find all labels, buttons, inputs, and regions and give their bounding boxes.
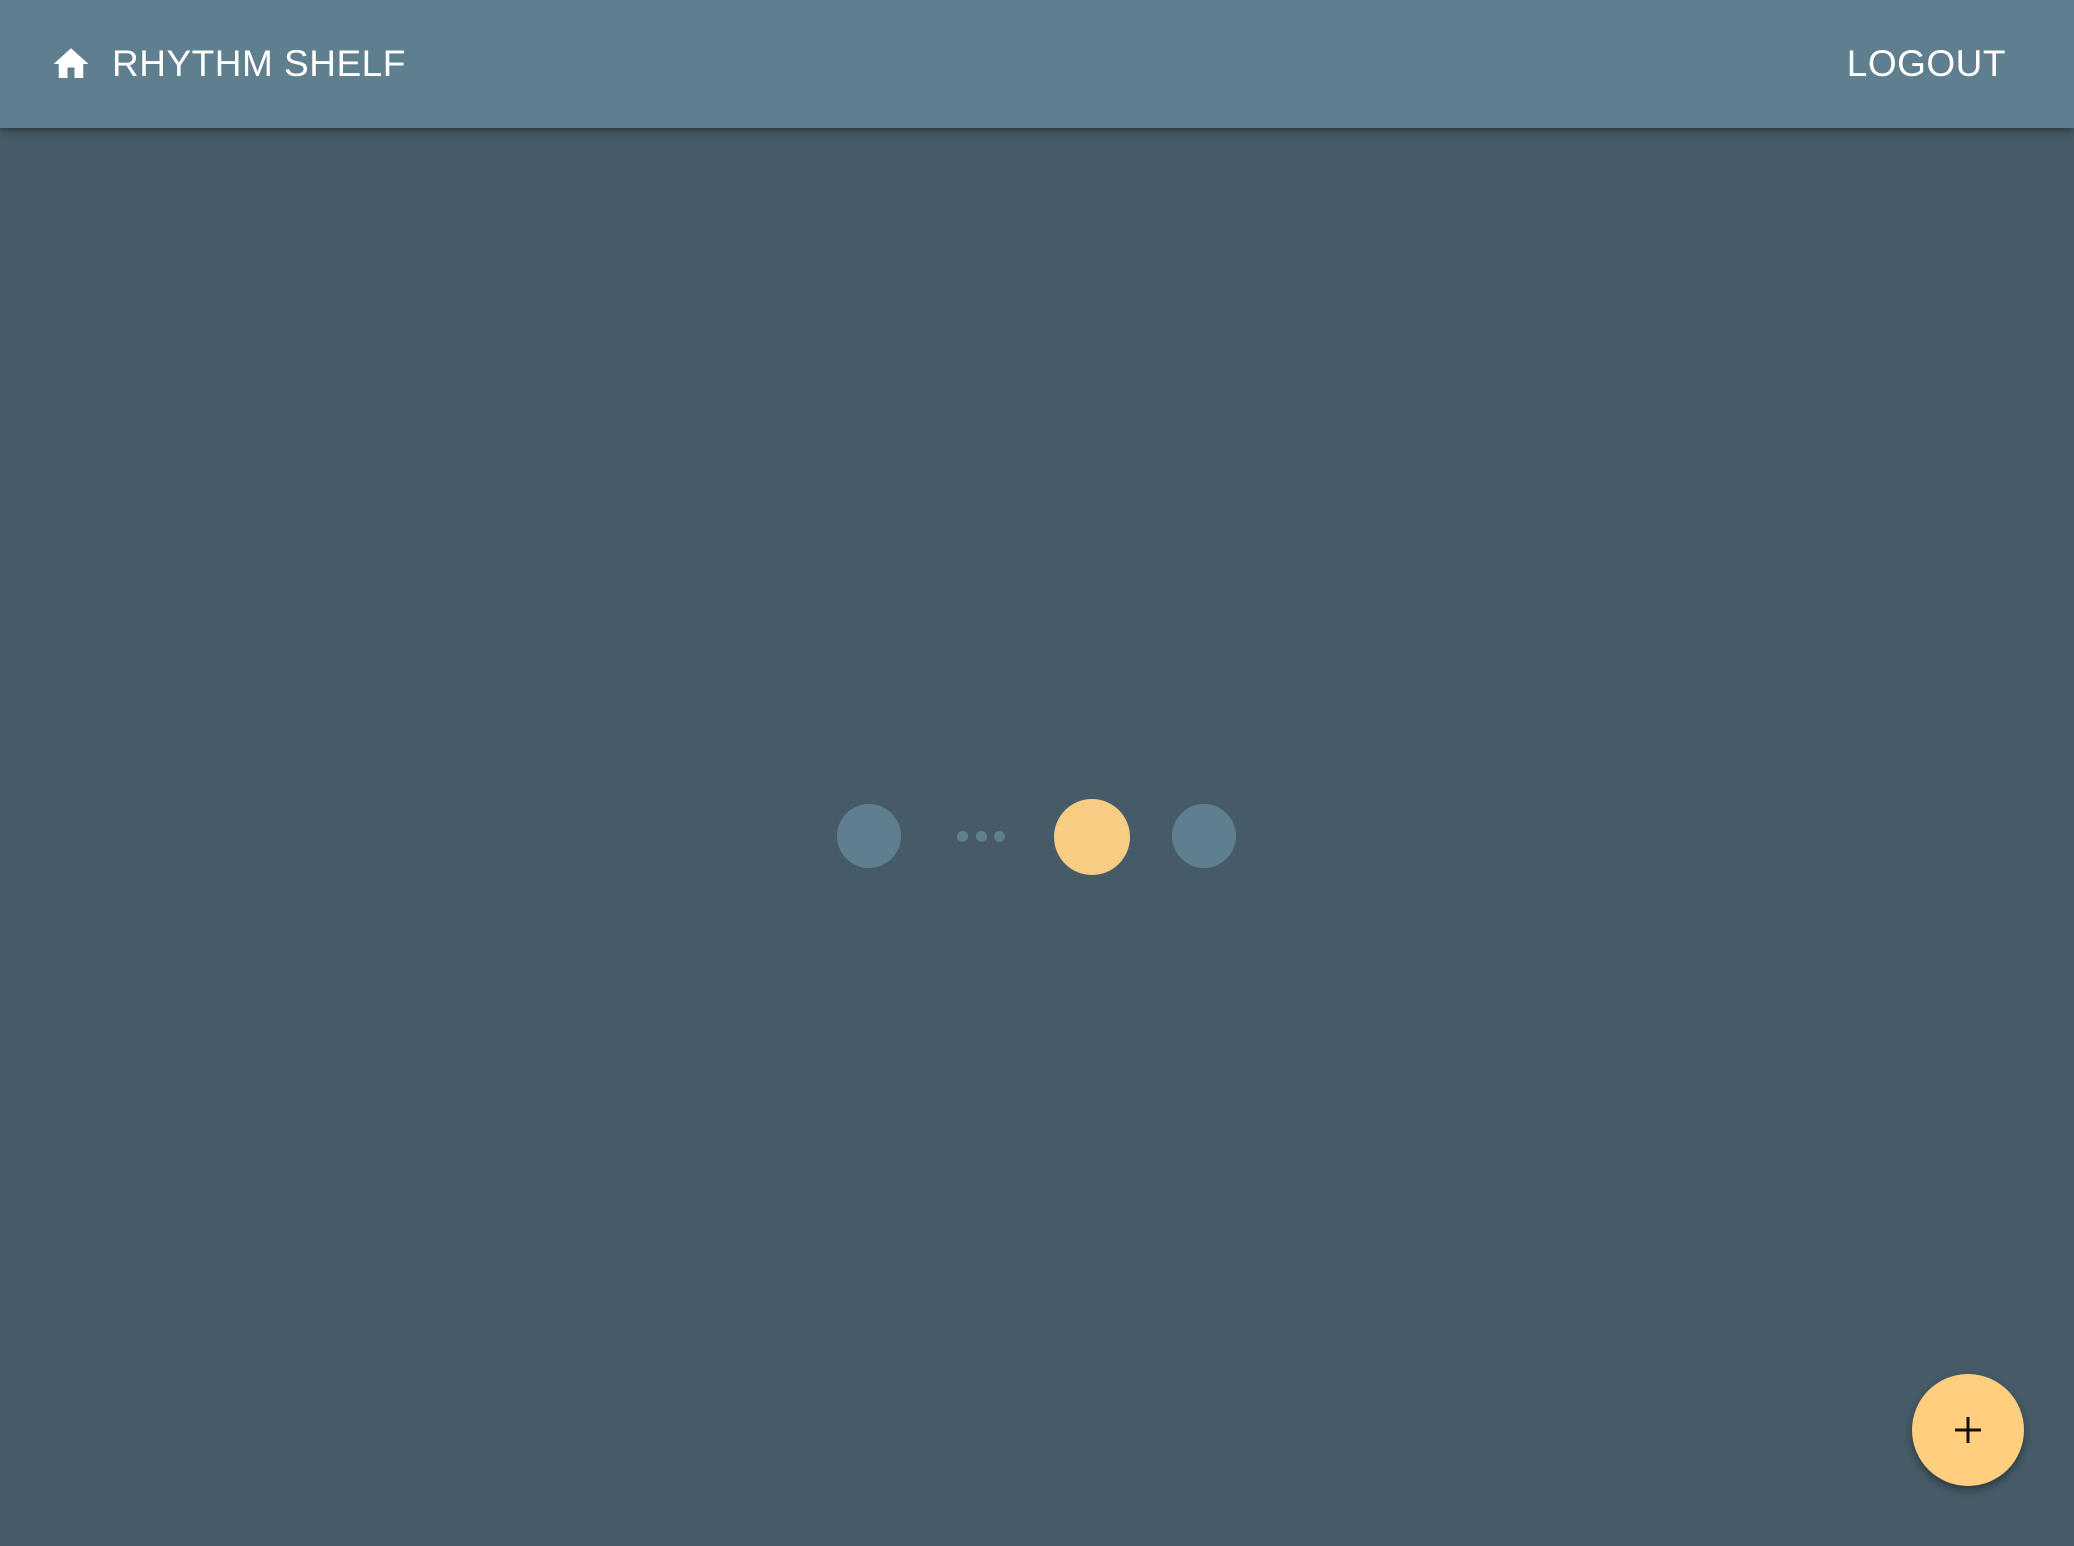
home-link[interactable]: RHYTHM SHELF bbox=[50, 0, 406, 128]
add-button[interactable] bbox=[1912, 1374, 2024, 1486]
step-dot-next[interactable] bbox=[1172, 804, 1236, 868]
top-app-bar: RHYTHM SHELF LOGOUT bbox=[0, 0, 2074, 128]
ellipsis-dot bbox=[957, 830, 968, 842]
ellipsis-dot bbox=[994, 830, 1005, 842]
step-indicator bbox=[0, 0, 2074, 1546]
app-title: RHYTHM SHELF bbox=[112, 43, 406, 84]
ellipsis-dot bbox=[975, 830, 987, 842]
app-root: RHYTHM SHELF LOGOUT bbox=[0, 0, 2074, 1546]
step-dot-active[interactable] bbox=[1054, 799, 1130, 875]
plus-icon bbox=[1952, 1414, 1984, 1446]
logout-button[interactable]: LOGOUT bbox=[1847, 0, 2006, 128]
step-dot-first[interactable] bbox=[837, 804, 901, 868]
collapsed-steps-ellipsis bbox=[957, 830, 1005, 842]
home-icon bbox=[50, 43, 92, 85]
